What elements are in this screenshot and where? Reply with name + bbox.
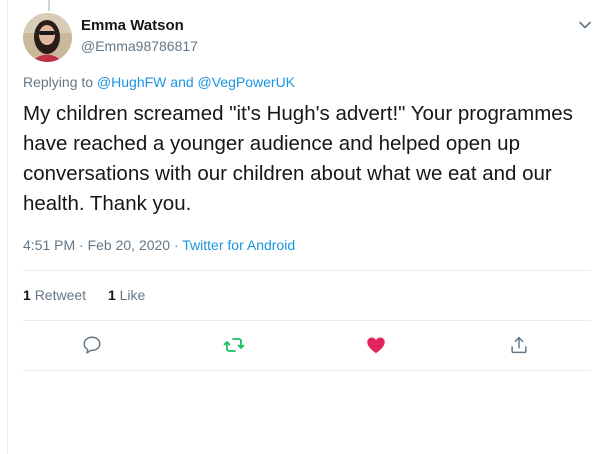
retweet-button[interactable] (222, 333, 246, 357)
chevron-down-icon[interactable] (575, 15, 595, 35)
tweet-source-link[interactable]: Twitter for Android (182, 237, 295, 253)
share-icon (511, 336, 527, 354)
tweet-timestamp[interactable]: 4:51 PM · Feb 20, 2020 · (23, 237, 182, 253)
replying-to: Replying to @HughFW and @VegPowerUK (23, 74, 295, 90)
tweet-meta: 4:51 PM · Feb 20, 2020 · Twitter for And… (23, 237, 295, 253)
likes-label: Like (119, 287, 146, 303)
likes-stat[interactable]: 1 Like (108, 287, 145, 303)
retweets-count: 1 (23, 287, 31, 303)
share-button[interactable] (507, 333, 531, 357)
tweet-card: Emma Watson @Emma98786817 Replying to @H… (7, 0, 605, 454)
like-button[interactable] (364, 333, 388, 357)
retweets-label: Retweet (34, 287, 87, 303)
reply-user-link[interactable]: @VegPowerUK (198, 74, 295, 90)
retweet-icon (223, 338, 245, 352)
avatar[interactable] (23, 13, 72, 62)
author-name[interactable]: Emma Watson (81, 17, 184, 34)
tweet-text: My children screamed "it's Hugh's advert… (23, 102, 573, 215)
author-handle[interactable]: @Emma98786817 (81, 38, 198, 54)
thread-line (48, 0, 50, 11)
reply-conjunction: and (166, 74, 198, 90)
divider (23, 320, 591, 321)
tweet-stats: 1 Retweet 1 Like (23, 287, 163, 303)
retweets-stat[interactable]: 1 Retweet (23, 287, 86, 303)
reply-user-link[interactable]: @HughFW (97, 74, 166, 90)
divider (23, 370, 591, 371)
heart-icon (367, 337, 385, 354)
replying-to-label: Replying to (23, 74, 97, 90)
reply-button[interactable] (80, 333, 104, 357)
reply-icon (83, 336, 101, 354)
divider (23, 270, 591, 271)
likes-count: 1 (107, 287, 116, 303)
